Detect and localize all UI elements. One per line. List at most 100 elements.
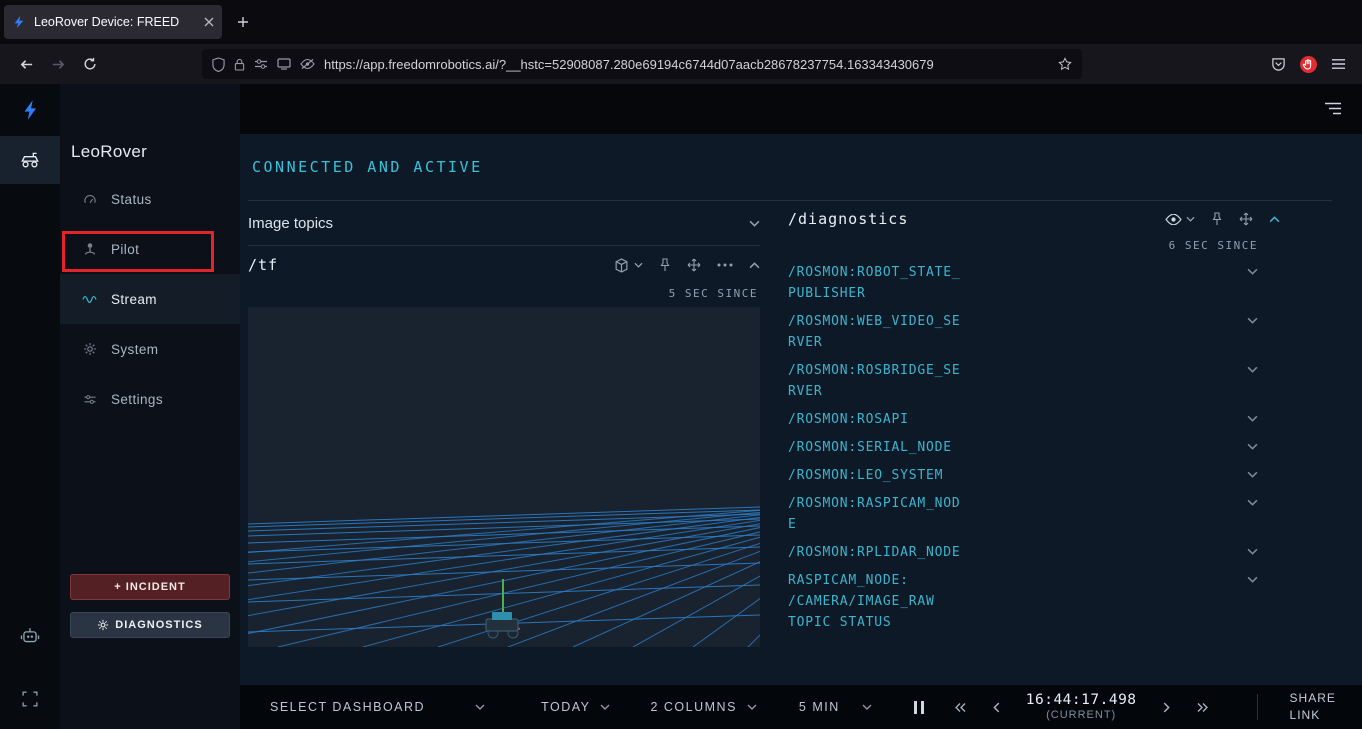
more-options-icon[interactable]: [717, 263, 733, 267]
sidebar-item-system[interactable]: System: [60, 324, 240, 374]
skip-forward-icon[interactable]: [1197, 702, 1209, 713]
move-pan-icon[interactable]: [1239, 212, 1253, 226]
chevron-down-icon[interactable]: [1247, 409, 1258, 422]
screenshot-root: LeoRover Device: FREED: [0, 0, 1362, 729]
diagnostic-topic-label: /ROSMON:ROBOT_STATE_PUBLISHER: [788, 262, 963, 304]
diagnostics-row[interactable]: /ROSMON:RASPICAM_NODE: [788, 489, 1258, 538]
chevron-down-icon[interactable]: [1247, 437, 1258, 450]
stream-wave-icon: [82, 294, 97, 305]
chevron-down-icon[interactable]: [1247, 311, 1258, 324]
chevron-down-icon[interactable]: [1247, 360, 1258, 373]
diagnostics-button[interactable]: DIAGNOSTICS: [70, 612, 230, 638]
select-dashboard-label: SELECT DASHBOARD: [270, 700, 425, 714]
tf-panel-header: /tf: [248, 246, 760, 284]
diagnostics-panel-header: /diagnostics: [788, 201, 1308, 237]
diagnostics-row[interactable]: /ROSMON:ROBOT_STATE_PUBLISHER: [788, 258, 1258, 307]
view-3d-cube-icon[interactable]: [614, 258, 629, 273]
current-time: 16:44:17.498: [1026, 691, 1137, 709]
chevron-down-icon[interactable]: [749, 220, 760, 227]
rail-device-rover-button[interactable]: [0, 136, 60, 184]
columns-dropdown[interactable]: 2 COLUMNS: [650, 700, 756, 714]
diagnostic-topic-label: /ROSMON:RASPICAM_NODE: [788, 493, 963, 535]
browser-tab[interactable]: LeoRover Device: FREED: [4, 5, 222, 39]
diagnostics-row[interactable]: /ROSMON:ROSAPI: [788, 405, 1258, 433]
pocket-icon[interactable]: [1271, 57, 1286, 72]
tracking-shield-icon[interactable]: [212, 57, 225, 72]
chevron-down-icon[interactable]: [1247, 493, 1258, 506]
left-column: Image topics /tf: [248, 201, 760, 647]
pin-icon[interactable]: [1211, 212, 1223, 226]
time-window-dropdown[interactable]: 5 MIN: [799, 700, 872, 714]
right-column: /diagnostics 6 SEC SINCE: [788, 201, 1308, 636]
url-text[interactable]: https://app.freedomrobotics.ai/?__hstc=5…: [324, 57, 1049, 72]
freedom-logo-lightning-icon[interactable]: [0, 96, 60, 124]
tf-3d-viewport[interactable]: [248, 307, 760, 647]
sidebar-item-pilot[interactable]: Pilot: [60, 224, 240, 274]
diagnostics-row[interactable]: /ROSMON:RPLIDAR_NODE: [788, 538, 1258, 566]
tf-panel-title: /tf: [248, 256, 278, 274]
chevron-down-icon[interactable]: [1247, 570, 1258, 583]
date-dropdown[interactable]: TODAY: [541, 700, 610, 714]
fullscreen-expand-icon[interactable]: [0, 686, 60, 712]
menu-hamburger-icon[interactable]: [1331, 58, 1346, 70]
tab-title: LeoRover Device: FREED: [34, 15, 196, 29]
incident-button[interactable]: + INCIDENT: [70, 574, 230, 600]
gear-icon: [97, 619, 109, 631]
sidebar-item-stream[interactable]: Stream: [60, 274, 240, 324]
diagnostic-topic-label: /ROSMON:ROSAPI: [788, 409, 963, 430]
diagnostics-button-label: DIAGNOSTICS: [115, 619, 202, 631]
sidebar-item-settings[interactable]: Settings: [60, 374, 240, 424]
tf-grid-visualization: [248, 307, 760, 647]
diagnostics-row[interactable]: /ROSMON:LEO_SYSTEM: [788, 461, 1258, 489]
select-dashboard-dropdown[interactable]: SELECT DASHBOARD: [270, 700, 485, 714]
chevron-down-icon[interactable]: [1247, 262, 1258, 275]
forward-button[interactable]: [42, 49, 74, 79]
app-rail: [0, 84, 60, 729]
back-button[interactable]: [10, 49, 42, 79]
chevron-down-icon: [747, 704, 757, 710]
diagnostics-row[interactable]: RASPICAM_NODE: /CAMERA/IMAGE_RAW TOPIC S…: [788, 566, 1258, 636]
browser-toolbar: https://app.freedomrobotics.ai/?__hstc=5…: [0, 44, 1362, 84]
new-tab-button[interactable]: [228, 7, 258, 37]
chevron-down-icon[interactable]: [1247, 542, 1258, 555]
diagnostic-topic-label: /ROSMON:LEO_SYSTEM: [788, 465, 963, 486]
status-gauge-icon: [82, 193, 97, 206]
chevron-down-icon[interactable]: [1247, 465, 1258, 478]
diagnostics-row[interactable]: /ROSMON:ROSBRIDGE_SERVER: [788, 356, 1258, 405]
chevron-down-icon[interactable]: [634, 262, 643, 268]
diagnostic-topic-label: /ROSMON:ROSBRIDGE_SERVER: [788, 360, 963, 402]
screen-share-icon[interactable]: [277, 58, 291, 70]
pin-icon[interactable]: [659, 258, 671, 272]
step-forward-icon[interactable]: [1163, 702, 1171, 713]
collapse-chevron-up-icon[interactable]: [749, 262, 760, 269]
lock-icon[interactable]: [234, 58, 245, 71]
url-bar[interactable]: https://app.freedomrobotics.ai/?__hstc=5…: [202, 49, 1082, 79]
chevron-down-icon: [475, 704, 485, 710]
share-link-button[interactable]: SHARE LINK: [1290, 690, 1348, 724]
pause-button[interactable]: [914, 701, 924, 714]
robot-icon: [20, 627, 40, 644]
diagnostics-list: /ROSMON:ROBOT_STATE_PUBLISHER /ROSMON:WE…: [788, 258, 1258, 636]
step-back-icon[interactable]: [992, 702, 1000, 713]
eye-visibility-icon[interactable]: [1165, 214, 1182, 225]
diagnostic-topic-label: /ROSMON:SERIAL_NODE: [788, 437, 963, 458]
blocked-eye-icon[interactable]: [300, 58, 315, 70]
sidebar-item-status[interactable]: Status: [60, 174, 240, 224]
current-time-label: (CURRENT): [1026, 709, 1137, 723]
diagnostics-row[interactable]: /ROSMON:SERIAL_NODE: [788, 433, 1258, 461]
diagnostics-row[interactable]: /ROSMON:WEB_VIDEO_SERVER: [788, 307, 1258, 356]
bookmark-star-icon[interactable]: [1058, 57, 1072, 71]
diagnostic-topic-label: /ROSMON:WEB_VIDEO_SERVER: [788, 311, 963, 353]
move-pan-icon[interactable]: [687, 258, 701, 272]
image-topics-header[interactable]: Image topics: [248, 201, 760, 246]
rail-robot-button[interactable]: [0, 620, 60, 650]
chevron-down-icon[interactable]: [1186, 216, 1195, 222]
tab-close-icon[interactable]: [204, 17, 214, 27]
layout-filter-icon[interactable]: [1324, 102, 1342, 115]
collapse-chevron-up-icon[interactable]: [1269, 216, 1280, 223]
adblocker-hand-icon[interactable]: [1300, 56, 1317, 73]
permissions-sliders-icon[interactable]: [254, 58, 268, 70]
skip-back-icon[interactable]: [954, 702, 966, 713]
reload-button[interactable]: [74, 49, 106, 79]
chevron-down-icon: [600, 704, 610, 710]
